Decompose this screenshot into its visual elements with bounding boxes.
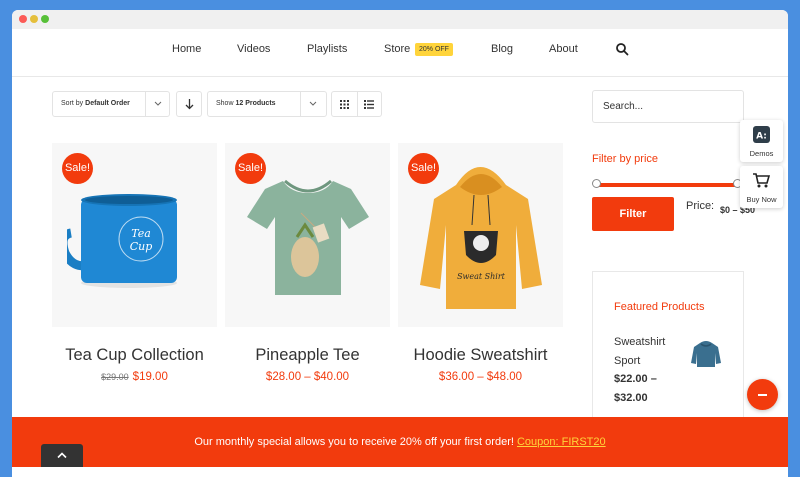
product-title[interactable]: Pineapple Tee (225, 346, 390, 365)
maximize-window-button[interactable] (41, 15, 49, 23)
search-input[interactable]: Search... (592, 90, 744, 123)
browser-window: Home Videos Playlists Store 20% OFF Blog… (12, 10, 788, 477)
demos-button[interactable]: A: Demos (740, 120, 783, 162)
featured-title: Featured Products (614, 301, 705, 313)
minimize-window-button[interactable] (30, 15, 38, 23)
svg-text:Cup: Cup (130, 240, 153, 253)
nav-videos[interactable]: Videos (237, 43, 270, 55)
chevron-up-icon (57, 452, 67, 459)
svg-text:A:: A: (756, 132, 767, 142)
buy-now-label: Buy Now (746, 195, 777, 204)
nav-playlists[interactable]: Playlists (307, 43, 347, 55)
filter-button[interactable]: Filter (592, 197, 674, 231)
featured-product-thumbnail[interactable] (690, 337, 722, 369)
hoodie-image: Sweat Shirt (420, 167, 542, 309)
product-title[interactable]: Tea Cup Collection (52, 346, 217, 365)
svg-text:Tea: Tea (131, 227, 151, 240)
filter-title: Filter by price (592, 153, 659, 165)
title-bar (12, 10, 788, 29)
promo-text: Our monthly special allows you to receiv… (194, 436, 517, 448)
mug-image: Tea Cup (67, 194, 177, 288)
sale-badge: Sale! (235, 153, 266, 184)
show-count-select[interactable]: Show 12 Products (207, 91, 327, 117)
sale-badge: Sale! (62, 153, 93, 184)
featured-product-price: $22.00 – $32.00 (614, 373, 657, 404)
chevron-down-icon (154, 101, 162, 106)
main-nav: Home Videos Playlists Store 20% OFF Blog… (12, 29, 788, 77)
nav-home[interactable]: Home (172, 43, 201, 55)
arrow-down-icon (185, 99, 194, 110)
price-slider[interactable] (594, 183, 739, 187)
demos-icon: A: (753, 126, 770, 143)
list-view-icon[interactable] (364, 100, 374, 109)
tshirt-image (247, 179, 369, 295)
buy-now-button[interactable]: Buy Now (740, 166, 783, 208)
product-price: $28.00 – $40.00 (265, 371, 350, 383)
original-price: $29.00 (101, 372, 129, 382)
demos-label: Demos (749, 149, 774, 158)
show-count-label: Show 12 Products (216, 100, 276, 107)
nav-blog[interactable]: Blog (491, 43, 513, 55)
cart-icon (753, 173, 770, 188)
featured-product-name[interactable]: Sweatshirt Sport (614, 333, 684, 371)
chevron-down-icon (309, 101, 317, 106)
sort-direction-button[interactable] (176, 91, 202, 117)
sort-label: Sort by Default Order (61, 100, 130, 107)
view-toggle (331, 91, 382, 117)
featured-products-widget: Featured Products Sweatshirt Sport $22.0… (592, 271, 744, 421)
sale-price: $19.00 (132, 371, 168, 383)
grid-view-icon[interactable] (340, 100, 349, 109)
svg-text:Sweat Shirt: Sweat Shirt (457, 272, 506, 281)
close-window-button[interactable] (19, 15, 27, 23)
product-price: $29.00 $19.00 (52, 371, 217, 383)
price-label: Price: (686, 200, 715, 212)
price-slider-min-handle[interactable] (592, 179, 601, 188)
nav-store[interactable]: Store (384, 43, 410, 55)
product-price: $36.00 – $48.00 (438, 371, 523, 383)
collapse-promo-button[interactable] (747, 379, 778, 410)
sort-select[interactable]: Sort by Default Order (52, 91, 170, 117)
coupon-link[interactable]: Coupon: FIRST20 (517, 436, 606, 448)
product-title[interactable]: Hoodie Sweatshirt (398, 346, 563, 365)
nav-about[interactable]: About (549, 43, 578, 55)
search-icon[interactable] (615, 42, 629, 56)
scroll-to-top-button[interactable] (41, 444, 83, 467)
store-discount-badge: 20% OFF (415, 43, 453, 56)
sale-badge: Sale! (408, 153, 439, 184)
promo-banner: Our monthly special allows you to receiv… (12, 417, 788, 467)
